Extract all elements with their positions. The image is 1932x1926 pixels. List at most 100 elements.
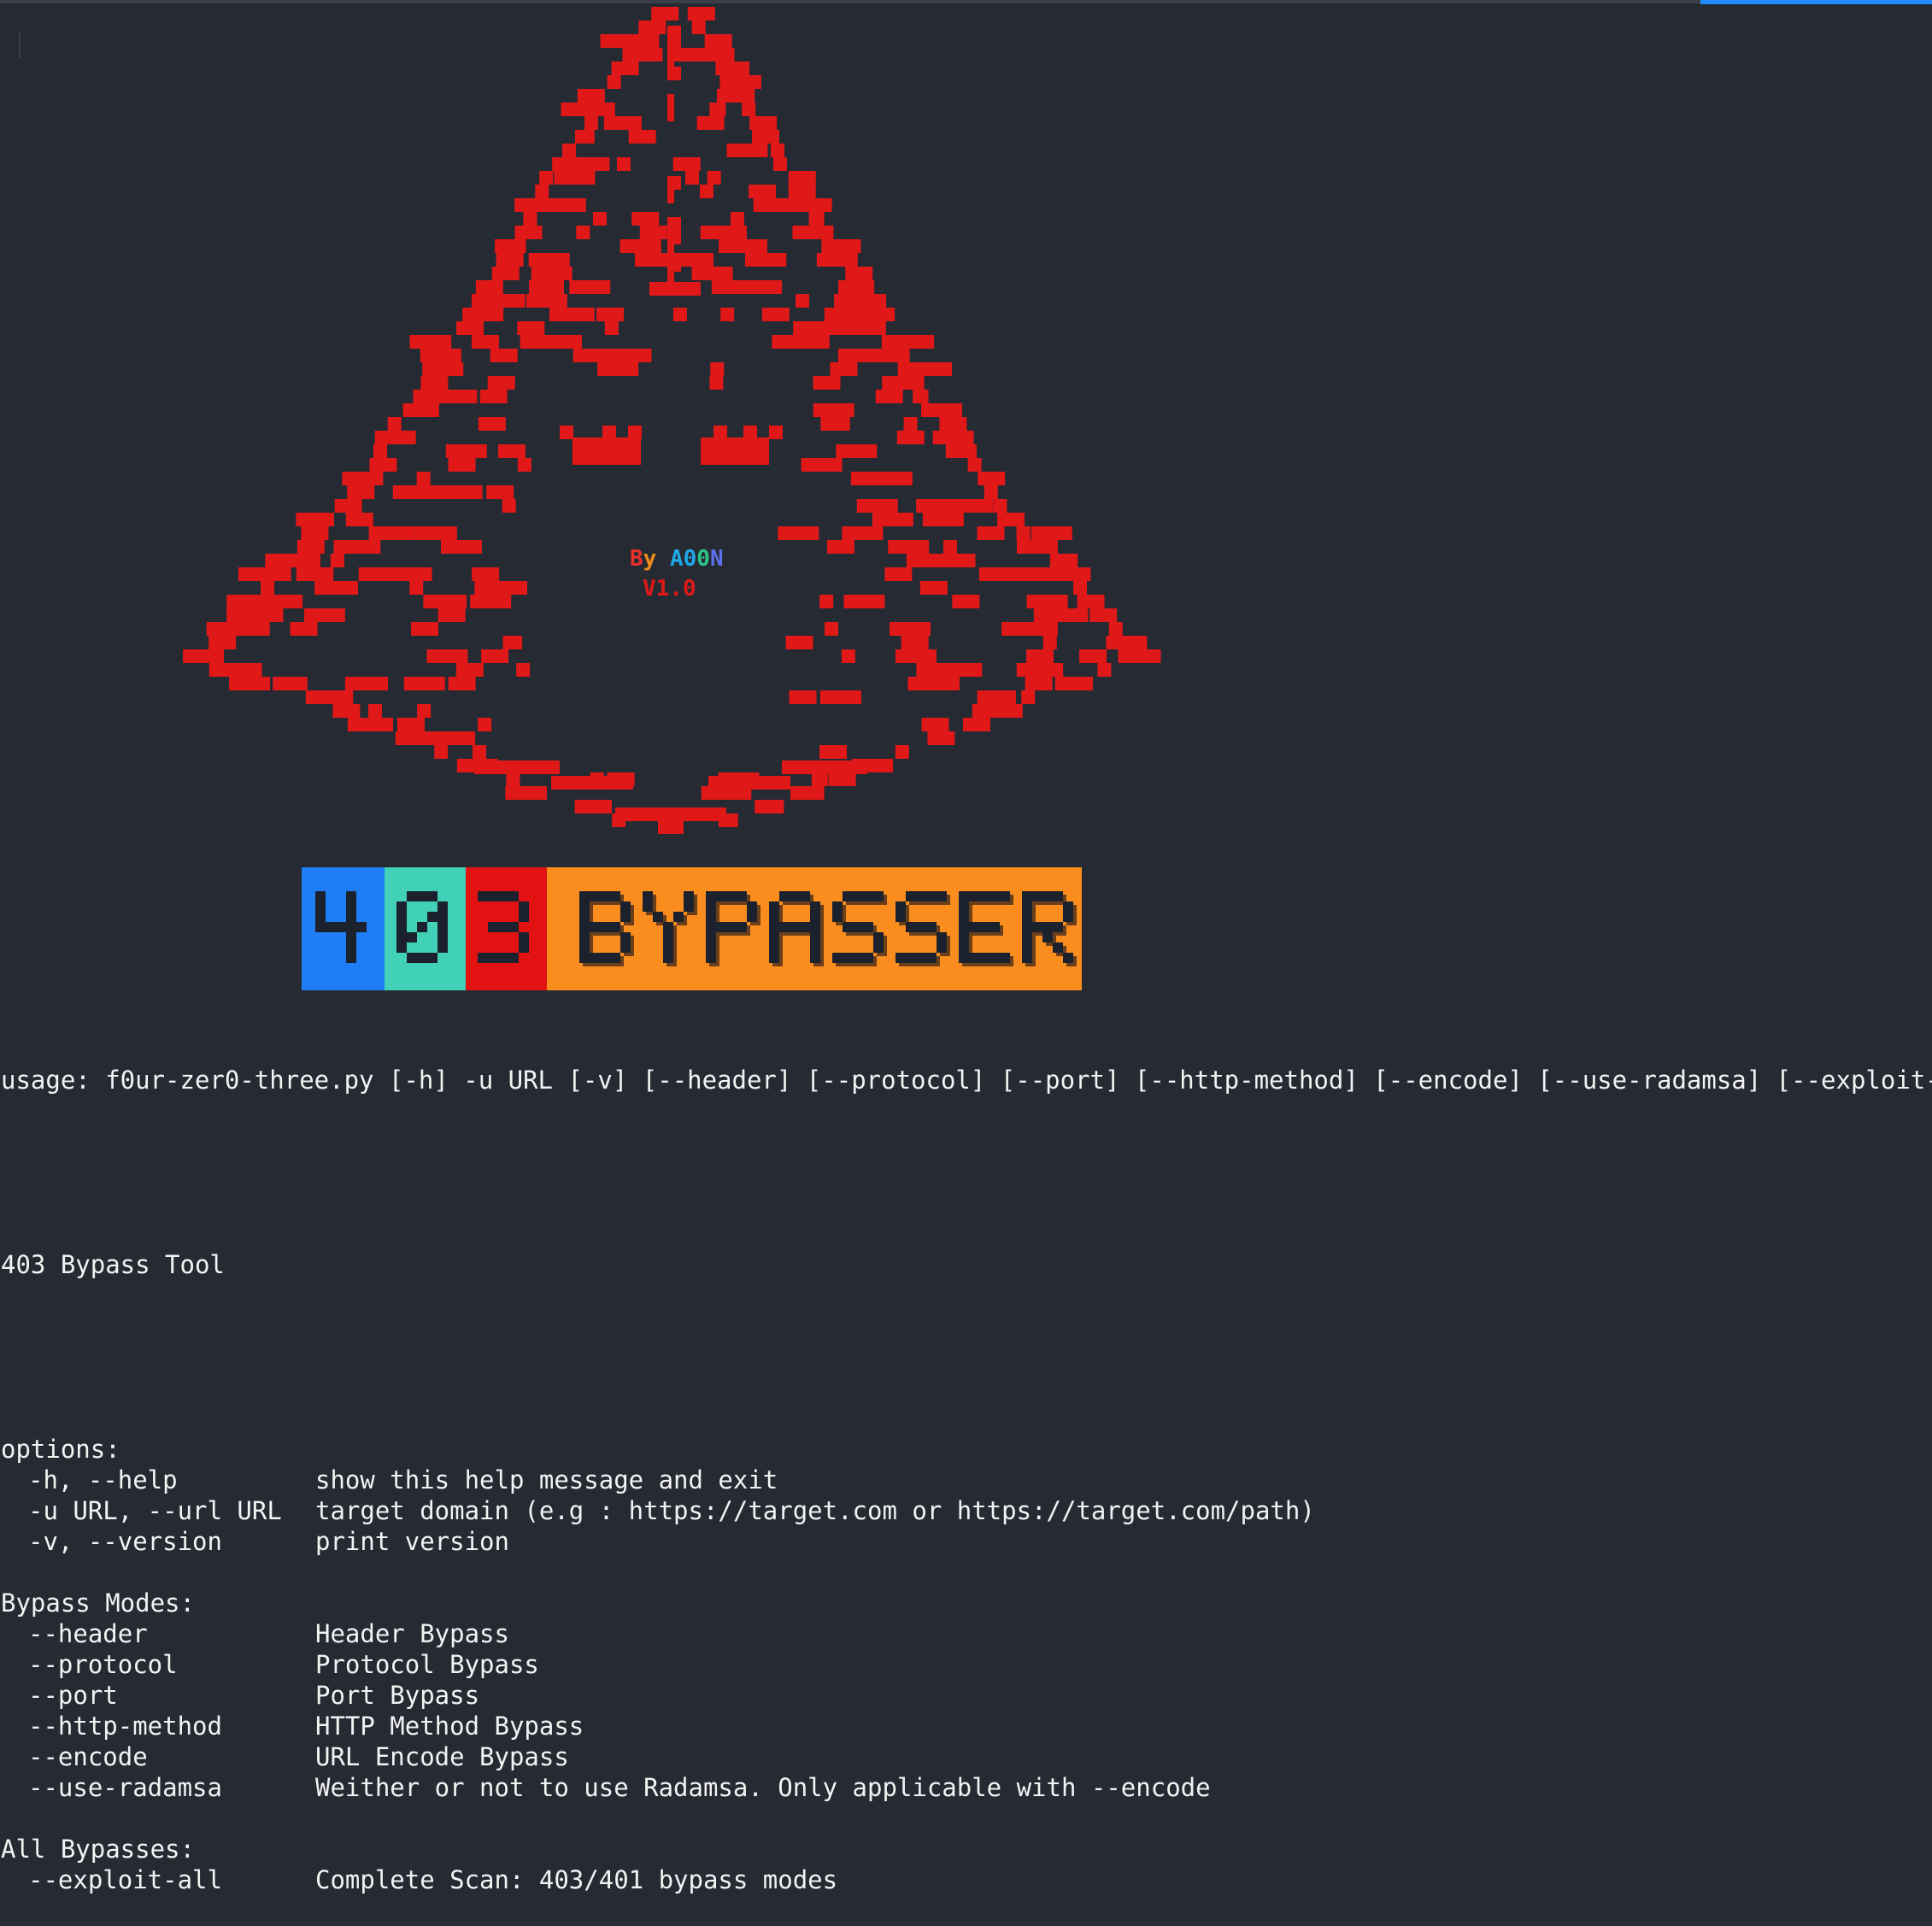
- banner-pixel: [989, 953, 1000, 963]
- art-pixel: [486, 485, 514, 499]
- banner-pixel: [488, 953, 498, 963]
- art-pixel: [448, 677, 476, 690]
- banner-pixel: [1022, 922, 1032, 932]
- banner-pixel: [810, 912, 820, 922]
- art-pixel: [261, 581, 274, 595]
- art-pixel: [684, 171, 699, 185]
- banner-pixel: [315, 901, 326, 912]
- option-row: --protocol Protocol Bypass: [1, 1649, 1915, 1680]
- art-pixel: [1108, 622, 1123, 636]
- banner-pixel: [863, 953, 873, 963]
- banner-pixel: [926, 891, 937, 901]
- banner-pixel: [620, 912, 631, 922]
- art-pixel: [434, 731, 476, 745]
- art-pixel: [706, 267, 720, 280]
- banner-pixel: [356, 922, 367, 932]
- banner-pixel: [969, 953, 979, 963]
- banner-pixel: [620, 901, 631, 912]
- banner-pixel: [769, 953, 779, 963]
- banner-pixel: [579, 922, 590, 932]
- banner-pixel: [810, 932, 820, 942]
- banner-pixel: [800, 891, 810, 901]
- banner-pixel: [832, 901, 843, 912]
- banner-pixel: [579, 901, 590, 912]
- art-pixel: [755, 800, 783, 813]
- art-pixel: [639, 226, 667, 239]
- banner-pixel: [498, 953, 508, 963]
- banner-pixel: [663, 932, 673, 942]
- art-pixel: [1016, 526, 1031, 540]
- art-pixel: [540, 335, 582, 349]
- art-pixel: [977, 526, 1005, 540]
- banner-pixel: [653, 912, 663, 922]
- art-pixel: [487, 376, 515, 390]
- art-pixel: [813, 376, 841, 390]
- option-description: Protocol Bypass: [315, 1650, 539, 1679]
- art-pixel: [914, 677, 929, 690]
- art-pixel: [667, 108, 674, 121]
- art-pixel: [420, 485, 449, 499]
- byline-author: A00N: [670, 546, 724, 572]
- banner-pixel: [417, 891, 427, 901]
- option-description: show this help message and exit: [315, 1465, 778, 1494]
- option-description: Weither or not to use Radamsa. Only appl…: [315, 1773, 1211, 1802]
- art-pixel: [888, 540, 930, 554]
- banner-pixel: [663, 942, 673, 953]
- art-pixel: [843, 595, 885, 608]
- option-row: --port Port Bypass: [1, 1680, 1915, 1711]
- banner-pixel: [906, 891, 916, 901]
- art-pixel: [889, 349, 903, 362]
- banner-pixel: [769, 922, 779, 932]
- banner-pixel: [620, 942, 631, 953]
- banner-pixel: [810, 922, 820, 932]
- art-pixel: [789, 690, 817, 704]
- art-pixel: [242, 608, 284, 622]
- art-pixel: [508, 636, 523, 649]
- art-pixel: [972, 704, 1000, 718]
- banner-pixel: [600, 953, 610, 963]
- art-pixel: [742, 103, 756, 116]
- art-pixel: [411, 403, 439, 417]
- art-pixel: [620, 239, 661, 253]
- banner-pixel: [747, 912, 757, 922]
- banner-pixel: [346, 932, 356, 942]
- art-pixel: [720, 308, 735, 321]
- banner-pixel: [346, 901, 356, 912]
- art-pixel: [696, 116, 725, 130]
- option-flag: -h, --help: [28, 1465, 178, 1494]
- banner-pixel: [620, 932, 631, 942]
- banner-pixel: [610, 953, 620, 963]
- art-pixel: [1001, 622, 1030, 636]
- art-pixel: [819, 690, 861, 704]
- banner-pixel: [346, 912, 356, 922]
- art-pixel: [687, 7, 715, 21]
- tool-description: 403 Bypass Tool: [1, 1250, 225, 1279]
- art-pixel: [1031, 526, 1072, 540]
- art-pixel: [539, 171, 554, 185]
- option-flag: --http-method: [28, 1712, 222, 1741]
- hooded-figure-icon: [183, 7, 1161, 834]
- art-pixel: [859, 294, 887, 308]
- banner-pixel: [346, 922, 356, 932]
- banner-pixel: [737, 891, 747, 901]
- banner-pixel: [916, 922, 926, 932]
- art-pixel: [265, 554, 307, 567]
- option-row: -u URL, --url URL target domain (e.g : ht…: [1, 1495, 1915, 1526]
- art-pixel: [531, 267, 573, 280]
- art-pixel: [1097, 663, 1112, 677]
- banner-pixel: [769, 912, 779, 922]
- art-pixel: [667, 190, 674, 203]
- option-flag: --encode: [28, 1742, 148, 1771]
- art-pixel: [577, 89, 605, 103]
- art-pixel: [411, 622, 439, 636]
- art-pixel: [913, 390, 927, 403]
- option-row: --encode URL Encode Bypass: [1, 1741, 1915, 1772]
- art-pixel: [296, 513, 324, 526]
- art-pixel: [882, 376, 910, 390]
- art-pixel: [440, 540, 482, 554]
- art-pixel: [615, 807, 726, 821]
- banner-pixel: [959, 953, 969, 963]
- banner-pixel: [959, 891, 969, 901]
- art-pixel: [290, 622, 318, 636]
- banner-pixel: [427, 953, 437, 963]
